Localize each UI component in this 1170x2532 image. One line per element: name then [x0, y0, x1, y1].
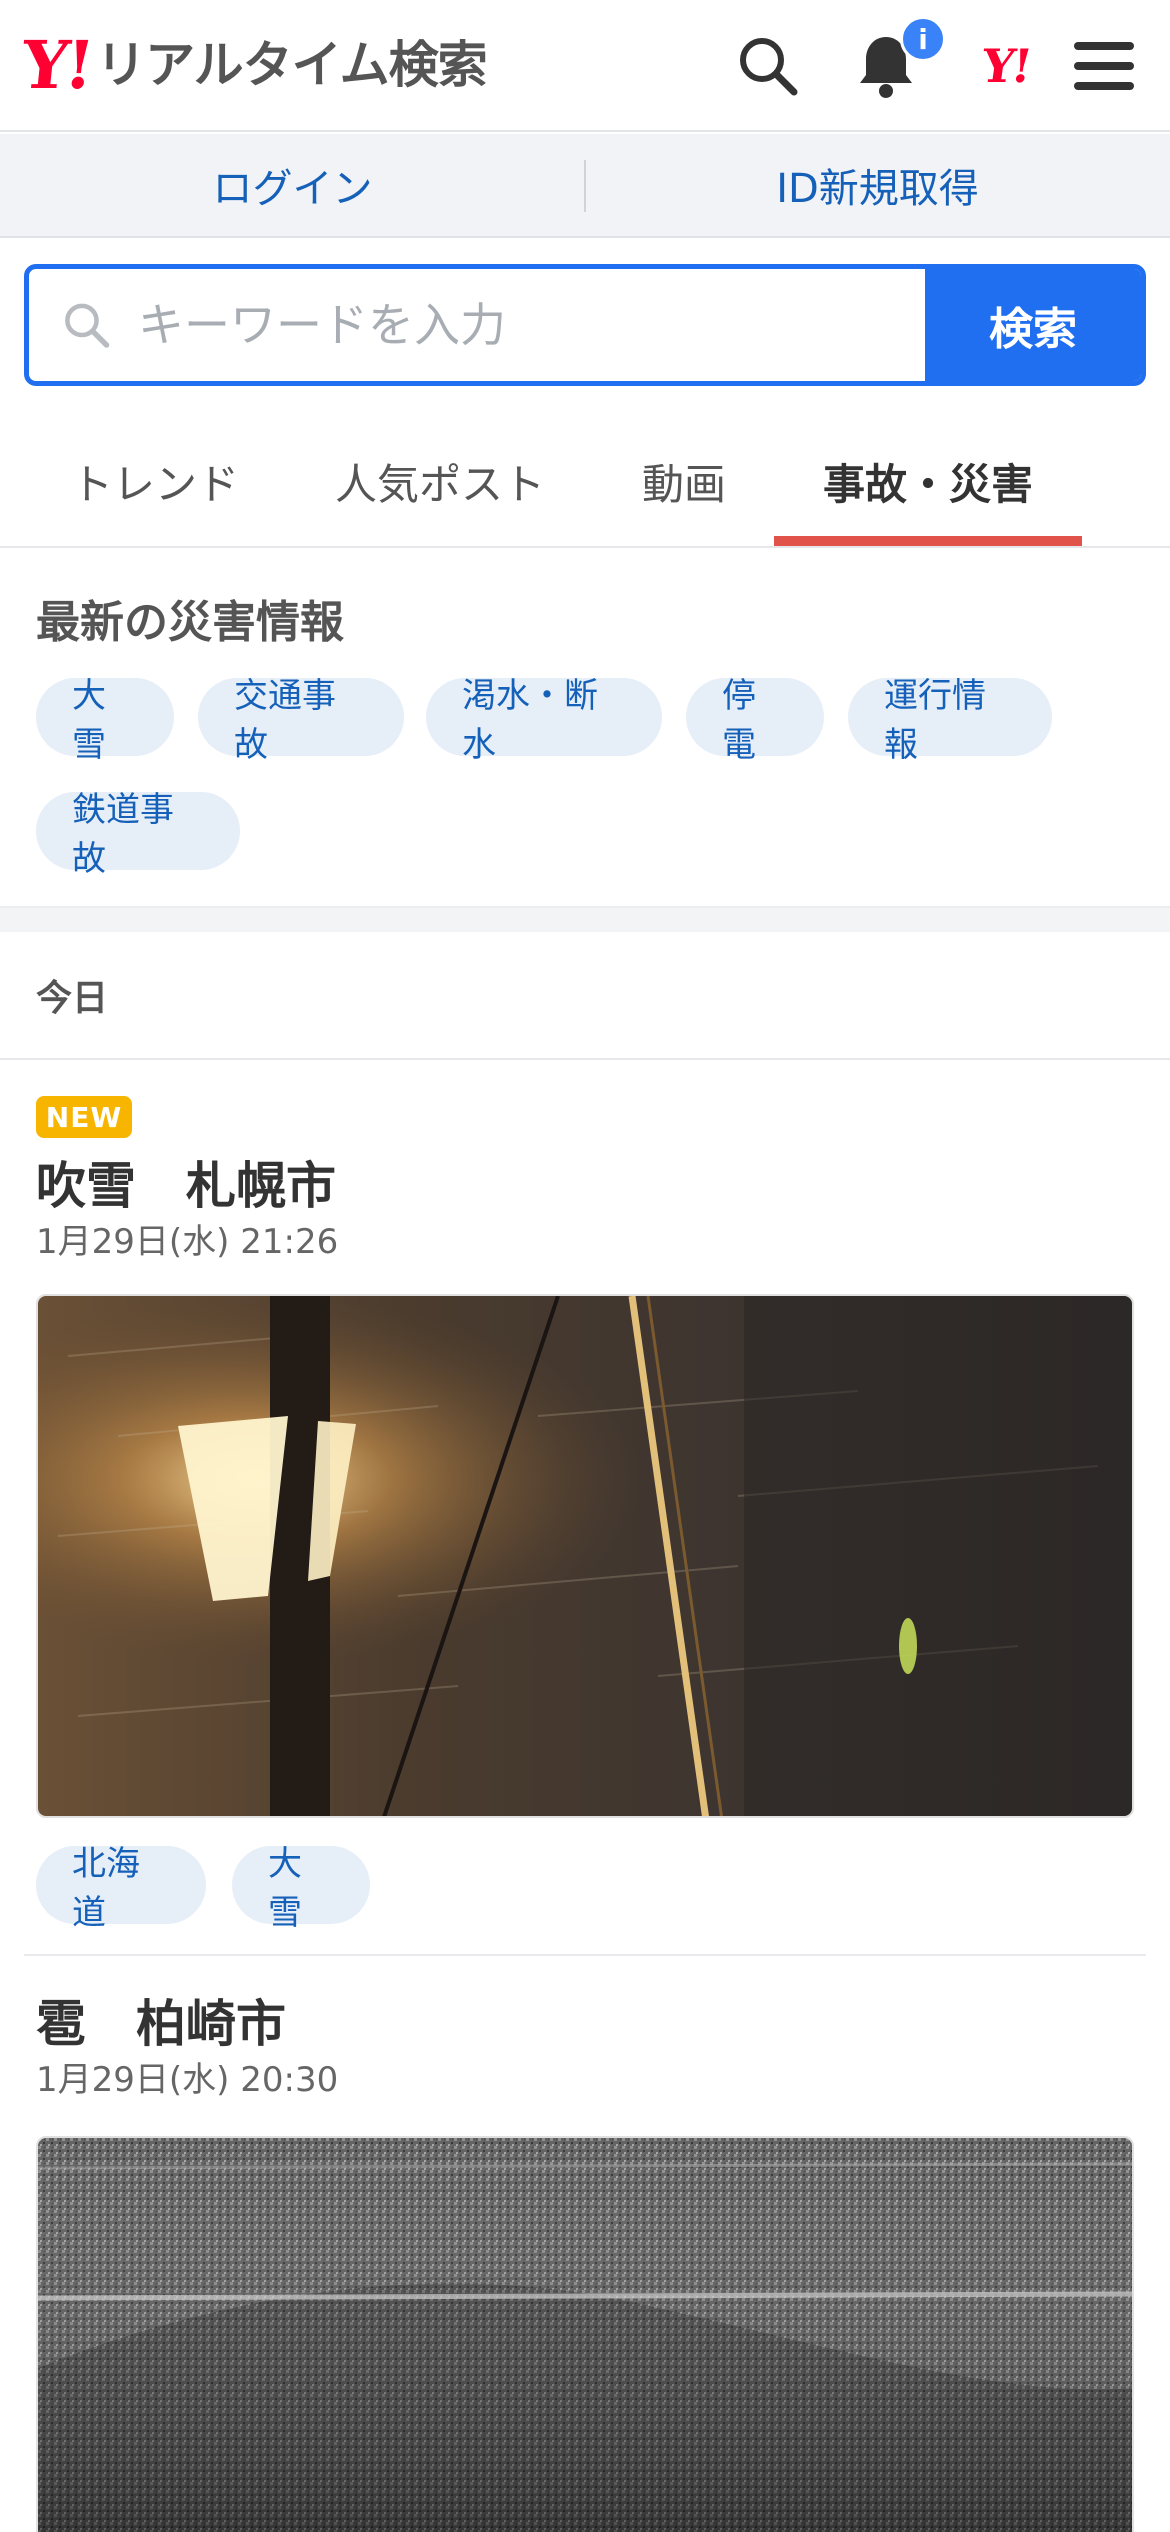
post-image-blizzard[interactable]: [36, 1294, 1134, 1818]
disaster-info-section: 最新の災害情報 大雪 交通事故 渇水・断水 停電 運行情報 鉄道事故: [0, 550, 1170, 906]
chip-railway-accident[interactable]: 鉄道事故: [36, 790, 240, 879]
tag-hokkaido[interactable]: 北海道: [36, 1844, 206, 1933]
new-badge: NEW: [36, 1096, 132, 1138]
section-separator: [0, 906, 1170, 932]
active-tab-indicator: [774, 536, 1082, 546]
login-divider: [584, 160, 586, 212]
search-button[interactable]: 検索: [925, 269, 1141, 381]
search-field-icon: [65, 303, 110, 348]
chip-traffic-accident[interactable]: 交通事故: [198, 676, 404, 765]
chip-service-info[interactable]: 運行情報: [848, 676, 1052, 765]
post-time: 1月29日(水) 21:26: [36, 1222, 339, 1262]
post-title[interactable]: 雹 柏崎市: [36, 1984, 286, 2056]
post-card[interactable]: 雹 柏崎市 1月29日(水) 20:30: [0, 1984, 1170, 2532]
search-form: 検索: [24, 264, 1146, 386]
post-time: 1月29日(水) 20:30: [36, 2060, 339, 2100]
tab-video[interactable]: 動画: [620, 416, 748, 546]
logo-mark: Y!: [17, 26, 95, 104]
yahoo-realtime-logo[interactable]: Y! リアルタイム検索: [17, 26, 488, 104]
search-icon[interactable]: [728, 26, 808, 106]
disaster-section-title: 最新の災害情報: [36, 597, 344, 648]
date-group-header: 今日: [0, 932, 1170, 1060]
tab-trend[interactable]: トレンド: [44, 416, 266, 546]
tab-bar: トレンド 人気ポスト 動画 事故・災害: [0, 416, 1170, 548]
chip-heavy-snow[interactable]: 大雪: [36, 676, 174, 765]
notification-badge[interactable]: i: [900, 16, 946, 62]
hamburger-menu-icon[interactable]: [1064, 26, 1144, 106]
login-bar: ログイン ID新規取得: [0, 134, 1170, 238]
register-link[interactable]: ID新規取得: [585, 134, 1170, 236]
post-divider: [24, 1954, 1146, 1956]
app-header: Y! リアルタイム検索 i Y!: [0, 0, 1170, 132]
yahoo-japan-icon[interactable]: Y!: [966, 26, 1046, 106]
search-input[interactable]: [138, 298, 925, 352]
tab-accidents-disasters[interactable]: 事故・災害: [774, 416, 1082, 546]
yahoo-small-mark: Y!: [978, 39, 1034, 93]
tag-heavy-snow[interactable]: 大雪: [232, 1844, 370, 1933]
chip-power-outage[interactable]: 停電: [686, 676, 824, 765]
search-input-wrap: [29, 269, 925, 381]
login-link[interactable]: ログイン: [0, 134, 585, 236]
post-image-hail[interactable]: [36, 2136, 1134, 2532]
logo-text: リアルタイム検索: [96, 36, 487, 94]
chip-water-shortage[interactable]: 渇水・断水: [426, 676, 662, 765]
post-title[interactable]: 吹雪 札幌市: [36, 1146, 336, 1218]
tab-popular-posts[interactable]: 人気ポスト: [316, 416, 564, 546]
post-card[interactable]: NEW 吹雪 札幌市 1月29日(水) 21:26 北海道 大雪: [0, 1096, 1170, 1936]
